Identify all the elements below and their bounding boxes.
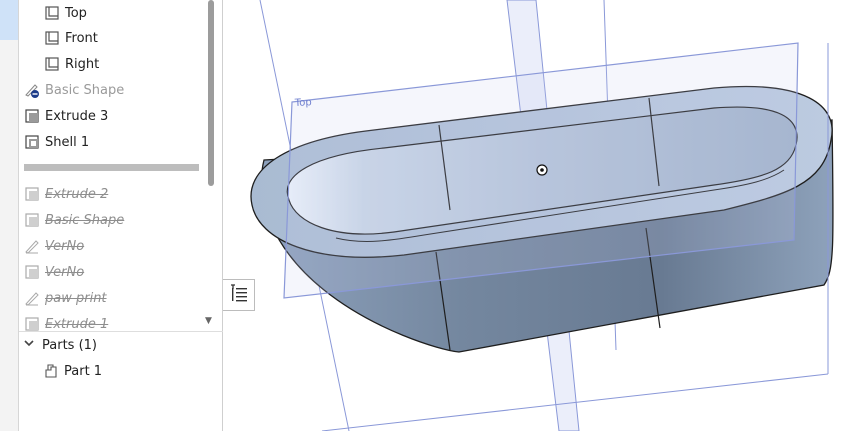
feature-verno-extrude[interactable]: VerNo xyxy=(24,259,84,285)
feature-panel: Top Front Right Basic Shape Extrude 3 Sh… xyxy=(18,0,223,431)
rollback-bar[interactable] xyxy=(24,164,199,171)
feature-label: VerNo xyxy=(45,264,85,280)
part-icon xyxy=(43,363,59,379)
part-label: Part 1 xyxy=(64,363,103,379)
feature-plane-right[interactable]: Right xyxy=(44,51,99,77)
scrollbar-thumb[interactable] xyxy=(208,0,214,186)
chevron-down-icon[interactable] xyxy=(23,337,37,353)
feature-plane-front[interactable]: Front xyxy=(44,25,98,51)
feature-basic-shape-suppressed[interactable]: Basic Shape xyxy=(24,207,124,233)
parts-header-label: Parts (1) xyxy=(42,337,97,353)
parts-section-header[interactable]: Parts (1) xyxy=(23,334,97,356)
feature-paw-print[interactable]: paw print xyxy=(24,285,107,311)
plane-top-label: Top xyxy=(294,97,312,109)
scroll-down-arrow-icon[interactable]: ▼ xyxy=(205,316,212,326)
viewport-canvas: Top xyxy=(250,0,834,432)
plane-icon xyxy=(44,5,60,21)
feature-list-scrollbar[interactable]: ▼ xyxy=(205,0,215,330)
part-item[interactable]: Part 1 xyxy=(43,360,102,382)
feature-label: Front xyxy=(65,30,98,46)
feature-plane-top[interactable]: Top xyxy=(44,0,87,26)
extrude-icon xyxy=(24,186,40,202)
panel-divider xyxy=(19,331,223,332)
left-edge-strip xyxy=(0,0,18,431)
feature-label: VerNo xyxy=(45,238,85,254)
feature-label: paw print xyxy=(45,290,107,306)
extrude-icon xyxy=(24,316,40,332)
feature-label: Right xyxy=(65,56,100,72)
plane-icon xyxy=(44,56,60,72)
sketch-error-icon xyxy=(24,82,40,98)
sketch-icon xyxy=(24,290,40,306)
extrude-icon xyxy=(24,212,40,228)
shell-icon xyxy=(24,134,40,150)
feature-label: Basic Shape xyxy=(45,82,125,98)
extrude-icon xyxy=(24,108,40,124)
left-edge-selection xyxy=(0,0,18,40)
feature-extrude-2[interactable]: Extrude 2 xyxy=(24,181,108,207)
rotation-center-dot xyxy=(540,168,544,172)
feature-verno-sketch[interactable]: VerNo xyxy=(24,233,84,259)
extrude-icon xyxy=(24,264,40,280)
feature-list: Top Front Right Basic Shape Extrude 3 Sh… xyxy=(19,0,207,332)
feature-label: Extrude 3 xyxy=(45,108,109,124)
feature-label: Shell 1 xyxy=(45,134,90,150)
feature-basic-shape[interactable]: Basic Shape xyxy=(24,77,124,103)
sketch-icon xyxy=(24,238,40,254)
feature-label: Top xyxy=(65,5,87,21)
plane-icon xyxy=(44,30,60,46)
feature-extrude-3[interactable]: Extrude 3 xyxy=(24,103,108,129)
feature-shell-1[interactable]: Shell 1 xyxy=(24,129,89,155)
3d-viewport[interactable]: Top xyxy=(224,0,859,432)
feature-label: Extrude 1 xyxy=(45,316,109,332)
feature-label: Basic Shape xyxy=(45,212,125,228)
feature-label: Extrude 2 xyxy=(45,186,109,202)
